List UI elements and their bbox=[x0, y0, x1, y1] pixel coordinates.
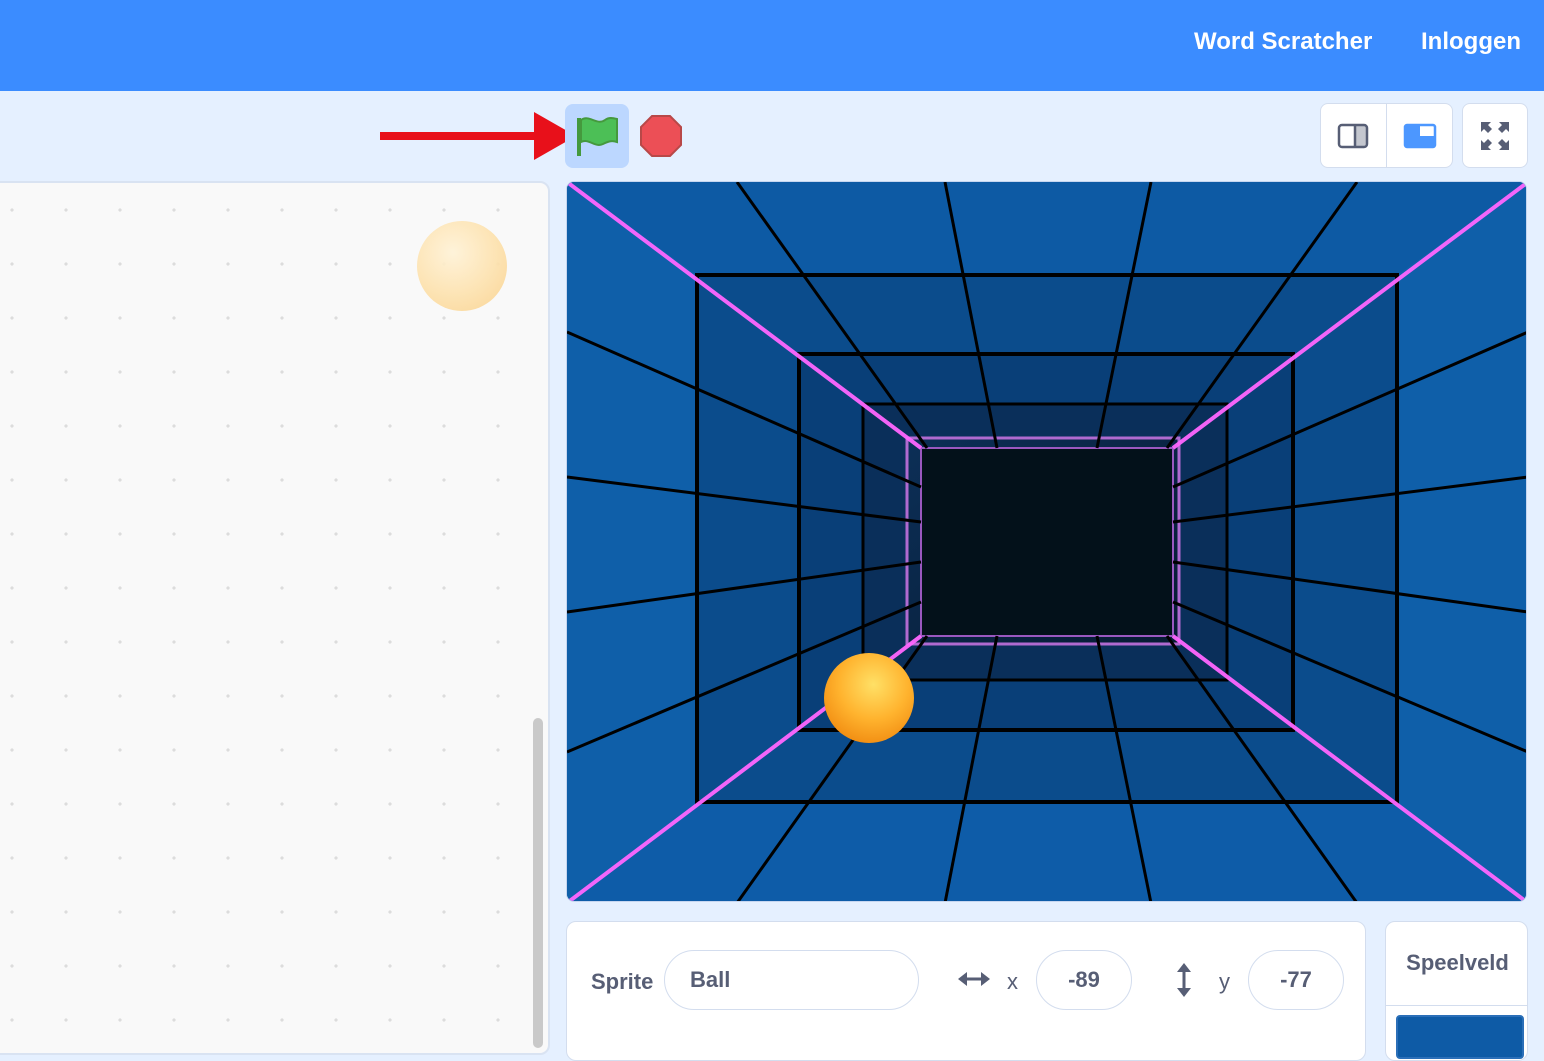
sprite-info-panel: Sprite Ball x -89 y -77 bbox=[566, 921, 1366, 1061]
green-flag-icon bbox=[577, 117, 618, 156]
vertical-arrows-icon bbox=[1177, 963, 1191, 997]
sprite-name-value: Ball bbox=[690, 967, 731, 992]
y-label: y bbox=[1219, 969, 1230, 994]
small-stage-button[interactable] bbox=[1321, 104, 1387, 167]
workspace-scrollbar[interactable] bbox=[533, 718, 543, 1048]
stage-selector-panel[interactable]: Speelveld bbox=[1385, 921, 1528, 1061]
stop-button[interactable] bbox=[639, 114, 683, 158]
divider bbox=[1386, 1005, 1527, 1006]
x-label: x bbox=[1007, 969, 1018, 994]
large-stage-button[interactable] bbox=[1387, 104, 1453, 167]
sprite-label: Sprite bbox=[591, 969, 654, 994]
fullscreen-icon bbox=[1481, 121, 1509, 150]
large-stage-icon bbox=[1403, 123, 1437, 148]
menu-link-login[interactable]: Inloggen bbox=[1421, 28, 1521, 56]
green-flag-button[interactable] bbox=[565, 104, 629, 168]
stage[interactable] bbox=[566, 181, 1527, 902]
stage-backdrop bbox=[567, 182, 1526, 901]
menu-link-word-scratcher[interactable]: Word Scratcher bbox=[1194, 28, 1372, 56]
x-position-value: -89 bbox=[1068, 967, 1100, 992]
stage-size-toggle bbox=[1320, 103, 1453, 168]
code-workspace[interactable] bbox=[0, 181, 550, 1055]
y-position-input[interactable]: -77 bbox=[1248, 950, 1344, 1010]
sprite-name-input[interactable]: Ball bbox=[664, 950, 919, 1010]
menu-bar: Word Scratcher Inloggen bbox=[0, 0, 1544, 91]
y-position-value: -77 bbox=[1280, 967, 1312, 992]
stop-icon bbox=[640, 115, 682, 157]
workspace-sprite-thumbnail bbox=[417, 221, 507, 311]
stage-panel-title: Speelveld bbox=[1406, 950, 1509, 975]
small-stage-icon bbox=[1337, 123, 1369, 148]
ball-sprite[interactable] bbox=[824, 653, 914, 743]
fullscreen-button[interactable] bbox=[1462, 103, 1528, 168]
x-position-input[interactable]: -89 bbox=[1036, 950, 1132, 1010]
horizontal-arrows-icon bbox=[958, 972, 990, 986]
stage-toolbar bbox=[0, 91, 1544, 181]
red-arrow-annotation bbox=[380, 112, 576, 160]
stage-thumbnail[interactable] bbox=[1396, 1015, 1524, 1059]
